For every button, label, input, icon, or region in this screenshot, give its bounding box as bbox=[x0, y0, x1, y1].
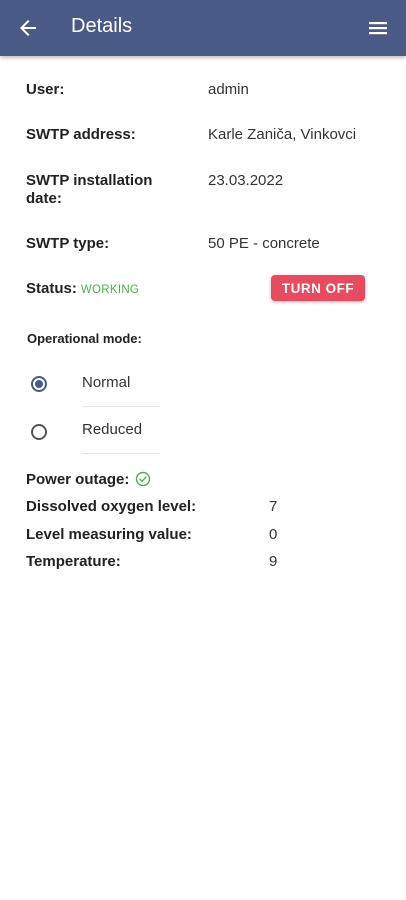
menu-button[interactable] bbox=[366, 16, 390, 40]
status-badge: WORKING bbox=[80, 284, 140, 296]
app-bar: Details bbox=[0, 0, 406, 56]
radio-reduced-label[interactable]: Reduced bbox=[82, 421, 142, 438]
status-row: Status: WORKING bbox=[26, 280, 139, 297]
page-title: Details bbox=[71, 15, 133, 37]
radio-reduced[interactable] bbox=[31, 424, 47, 440]
back-button[interactable] bbox=[16, 16, 40, 40]
radio-reduced-divider bbox=[82, 453, 160, 454]
radio-normal-label[interactable]: Normal bbox=[82, 374, 130, 391]
temperature-value: 9 bbox=[269, 553, 278, 570]
type-value: 50 PE - concrete bbox=[208, 235, 320, 252]
install-date-value: 23.03.2022 bbox=[208, 172, 284, 189]
oxygen-value: 7 bbox=[269, 498, 278, 515]
user-label: User: bbox=[26, 81, 65, 98]
install-date-label-line1: SWTP installation bbox=[26, 172, 153, 189]
address-label: SWTP address: bbox=[26, 126, 136, 143]
radio-normal-divider bbox=[82, 406, 160, 407]
temperature-label: Temperature: bbox=[26, 553, 121, 570]
turn-off-button[interactable]: TURN OFF bbox=[271, 275, 365, 301]
radio-normal[interactable] bbox=[31, 376, 47, 392]
address-value: Karle Zaniča, Vinkovci bbox=[208, 126, 357, 143]
power-outage-row: Power outage: bbox=[26, 471, 151, 488]
status-label: Status: bbox=[26, 280, 77, 297]
check-circle-icon bbox=[136, 471, 151, 487]
install-date-label-line2: date: bbox=[26, 190, 62, 207]
hamburger-menu-icon bbox=[369, 22, 387, 35]
level-label: Level measuring value: bbox=[26, 526, 192, 543]
oxygen-label: Dissolved oxygen level: bbox=[26, 498, 197, 515]
user-value: admin bbox=[208, 81, 249, 98]
arrow-left-icon bbox=[20, 20, 36, 36]
power-outage-label: Power outage: bbox=[26, 471, 130, 488]
type-label: SWTP type: bbox=[26, 235, 110, 252]
operational-mode-label: Operational mode: bbox=[27, 331, 142, 346]
level-value: 0 bbox=[269, 526, 278, 543]
